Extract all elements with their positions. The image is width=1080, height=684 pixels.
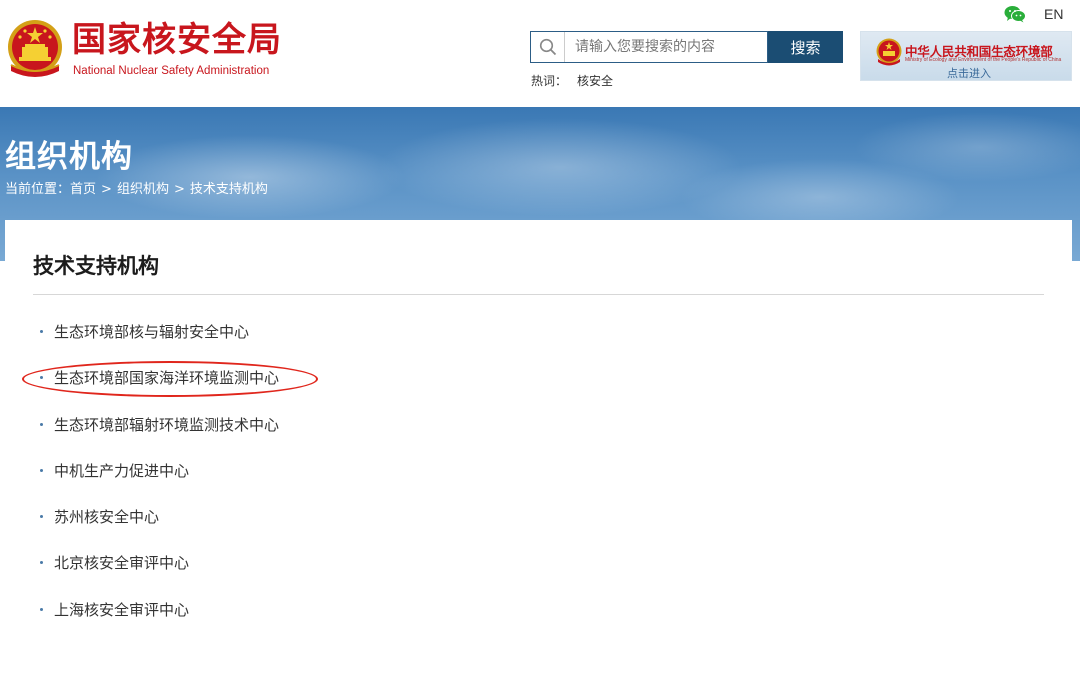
site-header: 国家核安全局 National Nuclear Safety Administr…: [0, 0, 1080, 107]
wechat-icon[interactable]: [1004, 5, 1026, 23]
bullet-icon: [40, 376, 43, 380]
list-item-label: 生态环境部国家海洋环境监测中心: [54, 369, 280, 388]
title-divider: [33, 294, 1044, 295]
breadcrumb-prefix: 当前位置：: [5, 182, 71, 197]
ministry-link-banner[interactable]: 中华人民共和国生态环境部 Ministry of Ecology and Env…: [860, 31, 1072, 81]
hot-word-link[interactable]: 核安全: [577, 74, 613, 88]
page-title: 技术支持机构: [33, 254, 159, 278]
bullet-icon: [40, 515, 43, 519]
ministry-emblem-icon: [876, 38, 902, 66]
breadcrumb-separator: >: [101, 182, 112, 197]
site-logo-title[interactable]: 国家核安全局: [72, 20, 282, 60]
list-item-label: 北京核安全审评中心: [54, 554, 190, 573]
national-emblem-icon[interactable]: [5, 17, 65, 79]
search-box: [530, 31, 768, 63]
organization-list: 生态环境部核与辐射安全中心 生态环境部国家海洋环境监测中心 生态环境部辐射环境监…: [33, 317, 279, 641]
ministry-enter-label: 点击进入: [947, 67, 991, 80]
list-item[interactable]: 北京核安全审评中心: [33, 548, 279, 594]
site-logo-subtitle[interactable]: National Nuclear Safety Administration: [73, 65, 269, 77]
page: 国家核安全局 National Nuclear Safety Administr…: [0, 0, 1080, 684]
search-button[interactable]: 搜索: [768, 31, 843, 63]
list-item[interactable]: 生态环境部辐射环境监测技术中心: [33, 410, 279, 456]
bullet-icon: [40, 607, 43, 611]
content-panel: 技术支持机构 生态环境部核与辐射安全中心 生态环境部国家海洋环境监测中心 生态环…: [5, 220, 1072, 684]
bullet-icon: [40, 422, 43, 426]
breadcrumb: 当前位置：首页 > 组织机构 > 技术支持机构: [5, 178, 268, 197]
breadcrumb-home[interactable]: 首页: [70, 182, 96, 197]
list-item[interactable]: 上海核安全审评中心: [33, 595, 279, 641]
bullet-icon: [40, 561, 43, 565]
ministry-subtitle: Ministry of Ecology and Environment of t…: [905, 57, 1062, 63]
breadcrumb-organization[interactable]: 组织机构: [117, 182, 169, 197]
language-switch-en[interactable]: EN: [1044, 6, 1063, 22]
hot-words-label: 热词：: [531, 74, 568, 88]
bullet-icon: [40, 468, 43, 472]
list-item-label: 上海核安全审评中心: [54, 600, 190, 619]
list-item-label: 生态环境部核与辐射安全中心: [54, 323, 250, 341]
search-icon: [531, 32, 565, 62]
hot-words: 热词： 核安全: [531, 72, 613, 89]
list-item-label: 中机生产力促进中心: [54, 461, 190, 480]
banner-title: 组织机构: [5, 139, 133, 175]
search-input[interactable]: [565, 33, 761, 61]
list-item[interactable]: 中机生产力促进中心: [33, 456, 279, 502]
list-item[interactable]: 苏州核安全中心: [33, 502, 279, 548]
breadcrumb-separator: >: [173, 182, 185, 197]
bullet-icon: [40, 330, 43, 333]
breadcrumb-current[interactable]: 技术支持机构: [190, 182, 268, 197]
list-item[interactable]: 生态环境部国家海洋环境监测中心: [33, 363, 279, 409]
list-item[interactable]: 生态环境部核与辐射安全中心: [33, 317, 279, 363]
list-item-label: 生态环境部辐射环境监测技术中心: [54, 415, 280, 434]
list-item-label: 苏州核安全中心: [54, 508, 160, 527]
